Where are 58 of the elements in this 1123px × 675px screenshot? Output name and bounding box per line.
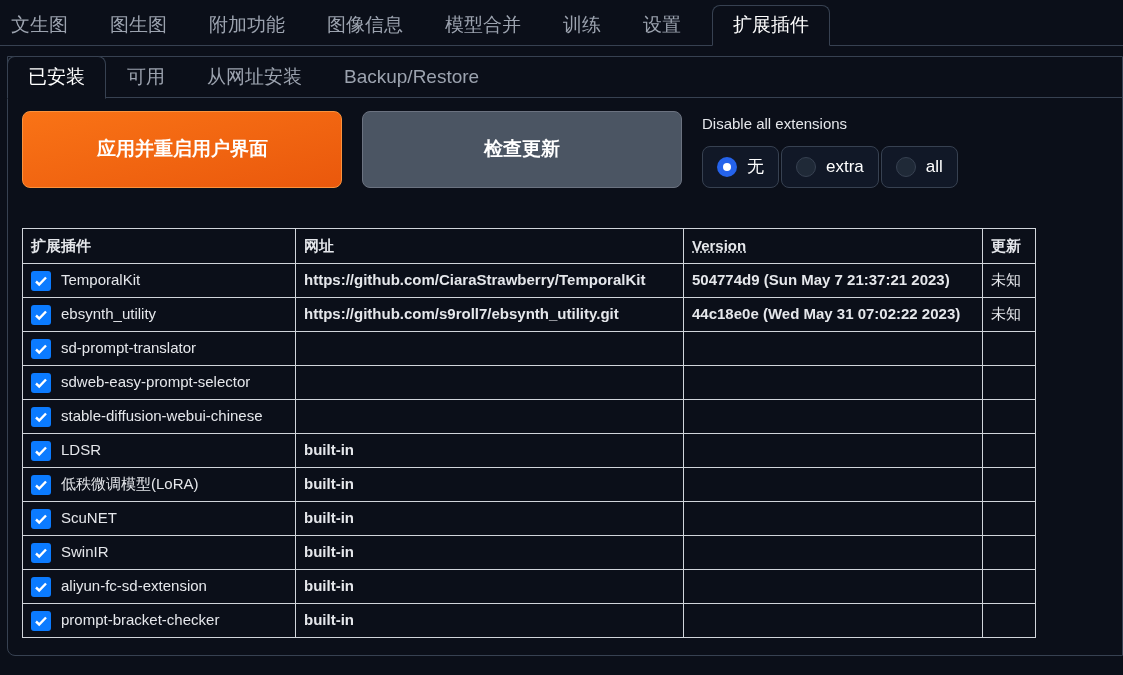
extension-name: TemporalKit <box>61 270 141 291</box>
tab[interactable]: 可用 <box>106 56 186 98</box>
url-cell: built-in <box>295 535 684 570</box>
tab[interactable]: 附加功能 <box>198 5 296 45</box>
checkbox[interactable] <box>31 610 51 631</box>
url-cell: built-in <box>295 433 684 468</box>
checkbox[interactable] <box>31 270 51 291</box>
extension-name: 低秩微调模型(LoRA) <box>61 474 199 495</box>
tab[interactable]: Backup/Restore <box>323 56 501 98</box>
version-cell: 44c18e0e (Wed May 31 07:02:22 2023) <box>683 297 983 332</box>
checkbox[interactable] <box>31 406 51 427</box>
extension-name: sdweb-easy-prompt-selector <box>61 372 251 393</box>
extension-name: prompt-bracket-checker <box>61 610 220 631</box>
radio-button[interactable] <box>895 156 916 177</box>
tab[interactable]: 图生图 <box>99 5 178 45</box>
tab[interactable]: 已安装 <box>7 56 106 99</box>
checkbox[interactable] <box>31 508 51 529</box>
tab[interactable]: 文生图 <box>0 5 79 45</box>
checkbox[interactable] <box>31 474 51 495</box>
url-cell: built-in <box>295 467 684 502</box>
url-cell: https://github.com/CiaraStrawberry/TemporalKit <box>295 263 684 298</box>
column-header: 网址 <box>295 228 684 264</box>
column-header: 更新 <box>982 228 1036 264</box>
tab[interactable]: 从网址安装 <box>186 56 323 98</box>
update-status: 未知 <box>982 297 1036 332</box>
version-cell: 504774d9 (Sun May 7 21:37:21 2023) <box>683 263 983 298</box>
checkbox[interactable] <box>31 372 51 393</box>
tab[interactable]: 扩展插件 <box>712 5 830 46</box>
radio-button[interactable] <box>796 156 816 177</box>
extension-name: ebsynth_utility <box>61 304 157 325</box>
radio-group-label: Disable all extensions <box>702 114 849 134</box>
check-updates-button[interactable]: 检查更新 <box>362 111 682 188</box>
update-status: 未知 <box>982 263 1036 298</box>
extension-name: SwinIR <box>61 542 109 563</box>
url-cell: built-in <box>295 569 684 604</box>
checkbox[interactable] <box>31 542 51 563</box>
radio-button[interactable] <box>717 156 737 177</box>
extension-name: aliyun-fc-sd-extension <box>61 576 207 597</box>
tab[interactable]: 设置 <box>632 5 692 45</box>
extension-name: stable-diffusion-webui-chinese <box>61 406 263 427</box>
radio-option[interactable]: extra <box>781 145 879 188</box>
extension-name: LDSR <box>61 440 101 461</box>
column-header: 扩展插件 <box>22 228 296 264</box>
url-cell: built-in <box>295 501 684 536</box>
column-header: Version <box>683 228 983 264</box>
url-cell: built-in <box>295 603 684 638</box>
checkbox[interactable] <box>31 304 51 325</box>
radio-option[interactable]: all <box>880 145 958 188</box>
checkbox[interactable] <box>31 338 51 359</box>
url-cell: https://github.com/s9roll7/ebsynth_utility.git <box>295 297 684 332</box>
checkbox[interactable] <box>31 576 51 597</box>
extension-name: ScuNET <box>61 508 117 529</box>
tab[interactable]: 模型合并 <box>434 5 532 45</box>
extension-name: sd-prompt-translator <box>61 338 197 359</box>
radio-option[interactable]: 无 <box>702 145 779 188</box>
tab[interactable]: 训练 <box>552 5 612 45</box>
tab[interactable]: 图像信息 <box>316 5 414 45</box>
checkbox[interactable] <box>31 440 51 461</box>
